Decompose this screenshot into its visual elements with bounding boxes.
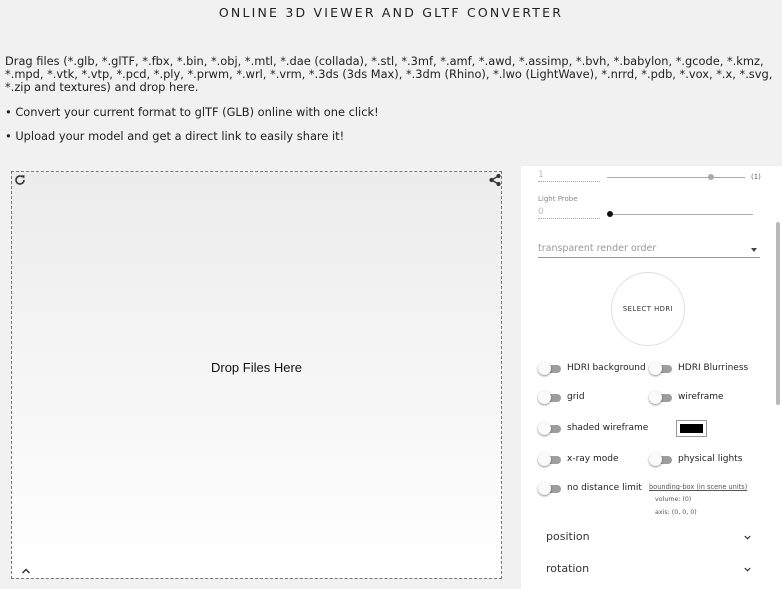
refresh-icon[interactable] [13, 173, 27, 187]
settings-panel [521, 166, 782, 589]
chevron-up-icon[interactable] [21, 567, 31, 575]
chevron-down-icon[interactable] [744, 534, 751, 541]
no-distance-limit-label: no distance limit [567, 483, 642, 493]
panel-scrollbar[interactable] [776, 222, 780, 405]
slider-track[interactable] [607, 177, 745, 178]
share-icon[interactable] [488, 173, 502, 187]
bounding-box-link[interactable]: bounding-box (in scene units) [649, 483, 747, 491]
hdri-blurriness-label: HDRI Blurriness [678, 363, 749, 373]
no-distance-limit-toggle[interactable] [538, 482, 562, 495]
shaded-wireframe-label: shaded wireframe [567, 423, 649, 433]
share-bullet: • Upload your model and get a direct lin… [5, 129, 345, 143]
convert-bullet: • Convert your current format to glTF (G… [5, 105, 379, 119]
slider-value-input[interactable]: 1 [538, 170, 600, 182]
wireframe-toggle[interactable] [649, 391, 673, 404]
select-hdri-button[interactable]: SELECT HDRI [611, 272, 685, 346]
supported-formats-text: Drag files (*.glb, *.glTF, *.fbx, *.bin,… [5, 54, 773, 94]
xray-toggle[interactable] [538, 453, 562, 466]
bounding-box-axis: axis: (0, 0, 0) [655, 509, 697, 516]
wireframe-color-fill [680, 424, 703, 433]
grid-toggle[interactable] [538, 391, 562, 404]
hdri-blurriness-toggle[interactable] [649, 362, 673, 375]
light-probe-track[interactable] [607, 214, 753, 215]
page-title: ONLINE 3D VIEWER AND GLTF CONVERTER [218, 5, 564, 20]
chevron-down-icon[interactable] [744, 566, 751, 573]
hdri-background-label: HDRI background [567, 363, 646, 373]
slider-value-tag: (1) [751, 173, 761, 181]
physical-lights-label: physical lights [678, 454, 743, 464]
slider-handle[interactable] [707, 174, 714, 180]
hdri-background-toggle[interactable] [538, 362, 562, 375]
render-order-placeholder: transparent render order [538, 243, 657, 254]
light-probe-input[interactable]: 0 [538, 207, 600, 219]
light-probe-handle[interactable] [607, 211, 613, 217]
bounding-box-volume: volume: (0) [655, 496, 692, 503]
drop-zone[interactable]: Drop Files Here [11, 171, 502, 579]
physical-lights-toggle[interactable] [649, 453, 673, 466]
grid-label: grid [567, 392, 585, 402]
wireframe-label: wireframe [678, 392, 724, 402]
drop-files-label: Drop Files Here [210, 360, 303, 375]
caret-down-icon [751, 248, 757, 252]
wireframe-color-picker[interactable] [676, 420, 707, 437]
shaded-wireframe-toggle[interactable] [538, 422, 562, 435]
position-section-header[interactable]: position [546, 530, 590, 543]
light-probe-label: Light Probe [538, 195, 578, 203]
render-order-select[interactable]: transparent render order [538, 243, 760, 258]
xray-label: x-ray mode [567, 454, 619, 464]
rotation-section-header[interactable]: rotation [546, 562, 589, 575]
